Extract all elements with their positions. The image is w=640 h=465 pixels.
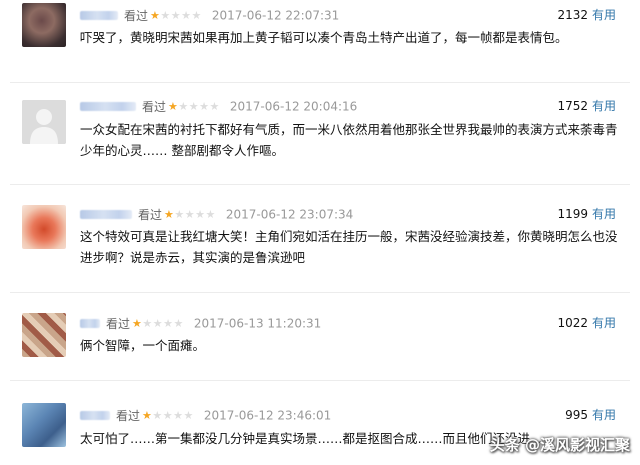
comment-text: 这个特效可真是让我红塘大笑！主角们宛如活在挂历一般，宋茜没经验演技差，你黄晓明怎… xyxy=(80,229,618,265)
divider xyxy=(10,380,630,381)
useful-button[interactable]: 有用 xyxy=(592,408,616,422)
watch-status: 看过 xyxy=(116,408,141,423)
comment-time: 2017-06-13 11:20:31 xyxy=(193,316,322,331)
divider xyxy=(10,184,630,185)
useful-button[interactable]: 有用 xyxy=(592,316,616,330)
comment-time: 2017-06-12 20:04:16 xyxy=(229,99,358,114)
comment-time: 2017-06-12 23:46:01 xyxy=(203,408,332,423)
useful-button[interactable]: 有用 xyxy=(592,207,616,221)
comment-time: 2017-06-12 23:07:34 xyxy=(225,207,354,222)
comment-text: 一众女配在宋茜的衬托下都好有气质，而一米八依然用着他那张全世界我最帅的表演方式来… xyxy=(80,122,618,158)
rating-stars: ★★★★★ xyxy=(164,207,216,221)
username[interactable] xyxy=(80,319,100,328)
divider xyxy=(10,292,630,293)
username[interactable] xyxy=(80,411,110,420)
vote-count: 995 xyxy=(565,408,588,422)
avatar[interactable] xyxy=(22,3,66,47)
rating-stars: ★★★★★ xyxy=(150,8,202,22)
comment-text: 俩个智障，一个面瘫。 xyxy=(80,338,206,353)
username[interactable] xyxy=(80,102,136,111)
rating-stars: ★★★★★ xyxy=(168,99,220,113)
avatar[interactable] xyxy=(22,100,66,144)
watermark: 头条 @溪风影视汇聚 xyxy=(489,436,630,454)
useful-button[interactable]: 有用 xyxy=(592,8,616,22)
comment-text: 吓哭了，黄晓明宋茜如果再加上黄子韬可以凑个青岛土特产出道了，每一帧都是表情包。 xyxy=(80,30,568,45)
avatar[interactable] xyxy=(22,205,66,249)
default-user-icon xyxy=(22,100,66,144)
useful-button[interactable]: 有用 xyxy=(592,99,616,113)
watch-status: 看过 xyxy=(106,316,131,331)
avatar[interactable] xyxy=(22,403,66,447)
avatar[interactable] xyxy=(22,313,66,357)
username[interactable] xyxy=(80,11,118,20)
vote-count: 1199 xyxy=(557,207,588,221)
divider xyxy=(10,82,630,83)
rating-stars: ★★★★★ xyxy=(132,316,184,330)
vote-count: 1752 xyxy=(557,99,588,113)
vote-count: 1022 xyxy=(557,316,588,330)
rating-stars: ★★★★★ xyxy=(142,408,194,422)
username[interactable] xyxy=(80,210,132,219)
watch-status: 看过 xyxy=(138,207,163,222)
watch-status: 看过 xyxy=(142,99,167,114)
comment-time: 2017-06-12 22:07:31 xyxy=(211,8,340,23)
vote-count: 2132 xyxy=(557,8,588,22)
watch-status: 看过 xyxy=(124,8,149,23)
